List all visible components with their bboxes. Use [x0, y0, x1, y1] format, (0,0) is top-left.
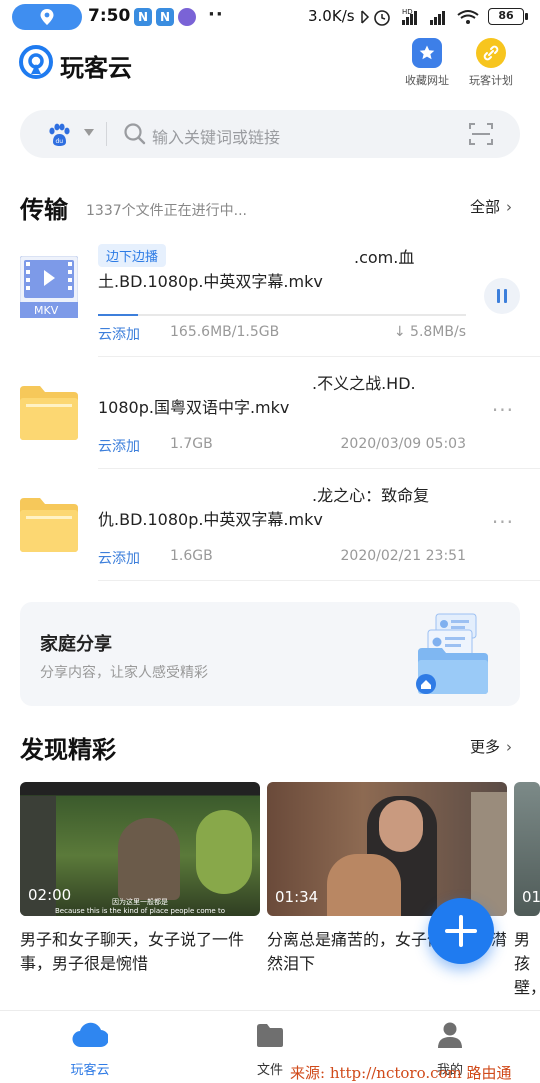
wifi-icon — [457, 10, 479, 16]
transfer-item[interactable]: .不义之战.HD. 1080p.国粤双语中字.mkv ··· 云添加 1.7GB… — [0, 358, 540, 470]
location-pin-icon — [40, 9, 54, 25]
video-card[interactable]: 01 男孩壁， — [514, 782, 540, 1000]
download-progress-bar — [98, 314, 466, 316]
bluetooth-icon — [361, 10, 370, 24]
file-size: 165.6MB/1.5GB — [170, 324, 280, 340]
source-label: 云添加 — [98, 327, 140, 343]
download-speed-value: 5.8MB/s — [410, 324, 466, 340]
download-progress-fill — [98, 314, 139, 316]
status-time: 7:50 — [88, 6, 131, 26]
user-icon — [438, 1022, 462, 1048]
app-notification-icon: N — [134, 8, 152, 26]
file-size: 1.7GB — [170, 436, 213, 452]
link-plan-icon — [476, 38, 506, 68]
baidu-paw-icon[interactable]: du — [46, 122, 72, 148]
plan-button[interactable]: 玩客计划 — [456, 38, 526, 88]
status-bar: 7:50 N N ·· 3.0K/s HD 86 — [0, 0, 540, 34]
video-thumbnail[interactable]: 01 — [514, 782, 540, 916]
transfer-title: 传输 — [20, 196, 68, 224]
video-caption: 男子和女子聊天，女子说了一件事，男子很是惋惜 — [20, 930, 245, 973]
network-speed: 3.0K/s — [308, 7, 355, 25]
chevron-right-icon: › — [506, 738, 513, 756]
search-icon — [124, 123, 146, 145]
app-notification-icon: N — [156, 8, 174, 26]
row-divider — [98, 580, 540, 581]
nav-home-label: 玩客云 — [70, 1063, 110, 1078]
row-divider — [98, 356, 540, 357]
transfer-all-link[interactable]: 全部 › — [470, 196, 512, 217]
chevron-right-icon: › — [506, 198, 513, 216]
location-indicator — [12, 4, 82, 30]
video-duration: 01:34 — [275, 888, 319, 906]
file-name-line1: .不义之战.HD. — [312, 374, 416, 393]
mkv-file-icon: MKV — [20, 256, 78, 318]
add-button[interactable] — [428, 898, 494, 964]
file-name-line2: 1080p.国粤双语中字.mkv — [98, 398, 290, 417]
cloud-icon — [72, 1022, 110, 1048]
video-thumbnail[interactable]: 因为这里一般都是 Because this is the kind of pla… — [20, 782, 260, 916]
app-logo-icon — [19, 45, 53, 79]
discover-more-label: 更多 — [470, 738, 501, 756]
video-duration: 02:00 — [28, 886, 72, 904]
app-notification-icon — [178, 8, 196, 26]
svg-text:du: du — [56, 138, 64, 145]
discover-title: 发现精彩 — [20, 736, 116, 764]
more-notifications-icon: ·· — [208, 4, 224, 25]
nav-home[interactable]: 玩客云 — [40, 1021, 140, 1078]
discover-more-link[interactable]: 更多 › — [470, 736, 512, 757]
scan-icon[interactable] — [468, 122, 494, 146]
file-date: 2020/02/21 23:51 — [340, 548, 467, 564]
app-title: 玩客云 — [60, 54, 132, 82]
family-share-card[interactable]: 家庭分享 分享内容，让家人感受精彩 — [20, 602, 520, 706]
search-bar[interactable]: du 输入关键词或链接 — [20, 110, 520, 158]
folder-icon — [20, 386, 78, 440]
folder-icon — [20, 498, 78, 552]
scene-wall — [471, 792, 507, 916]
file-name-line2: 土.BD.1080p.中英双字幕.mkv — [98, 272, 323, 291]
search-input[interactable]: 输入关键词或链接 — [152, 124, 280, 148]
family-share-title: 家庭分享 — [40, 634, 112, 655]
transfer-subtitle: 1337个文件正在进行中... — [86, 203, 247, 219]
scene-plant — [196, 810, 252, 894]
file-size: 1.6GB — [170, 548, 213, 564]
scene-face — [379, 800, 423, 852]
star-bookmark-icon — [412, 38, 442, 68]
video-caption: 男孩壁， — [514, 930, 540, 997]
video-duration: 01 — [522, 888, 540, 906]
system-status-icons: HD — [361, 8, 479, 26]
file-name-line1: .龙之心：致命复 — [312, 486, 430, 505]
transfer-all-label: 全部 — [470, 198, 501, 216]
search-divider — [106, 122, 107, 146]
file-name-line1: .com.血 — [354, 248, 415, 267]
transfer-item-downloading[interactable]: MKV 边下边播 .com.血 土.BD.1080p.中英双字幕.mkv 云添加… — [0, 236, 540, 358]
bookmark-label: 收藏网址 — [405, 74, 449, 87]
transfer-item[interactable]: .龙之心：致命复 仇.BD.1080p.中英双字幕.mkv ··· 云添加 1.… — [0, 470, 540, 582]
file-name-line2: 仇.BD.1080p.中英双字幕.mkv — [98, 510, 323, 529]
scene-figure — [118, 818, 180, 900]
video-card[interactable]: 因为这里一般都是 Because this is the kind of pla… — [20, 782, 260, 976]
plan-label: 玩客计划 — [469, 74, 513, 87]
source-label: 云添加 — [98, 439, 140, 455]
svg-text:MKV: MKV — [34, 304, 59, 317]
family-share-subtitle: 分享内容，让家人感受精彩 — [40, 665, 208, 681]
engine-dropdown-icon[interactable] — [84, 129, 94, 136]
row-divider — [98, 468, 540, 469]
video-thumbnail[interactable]: 01:34 — [267, 782, 507, 916]
file-date: 2020/03/09 05:03 — [340, 436, 467, 452]
more-options-icon[interactable]: ··· — [492, 398, 514, 422]
stream-while-download-badge: 边下边播 — [98, 244, 167, 267]
download-speed: ↓ 5.8MB/s — [394, 324, 466, 340]
arrow-down-icon: ↓ — [393, 324, 411, 340]
scene-figure — [327, 854, 401, 916]
more-options-icon[interactable]: ··· — [492, 510, 514, 534]
family-folder-illustration-icon — [416, 613, 488, 694]
source-label: 云添加 — [98, 551, 140, 567]
folder-nav-icon — [257, 1024, 283, 1047]
subtitle-en: Because this is the kind of place people… — [55, 907, 225, 915]
pause-button[interactable] — [484, 278, 520, 314]
battery-indicator: 86 — [488, 8, 528, 25]
bookmark-button[interactable]: 收藏网址 — [392, 38, 462, 88]
